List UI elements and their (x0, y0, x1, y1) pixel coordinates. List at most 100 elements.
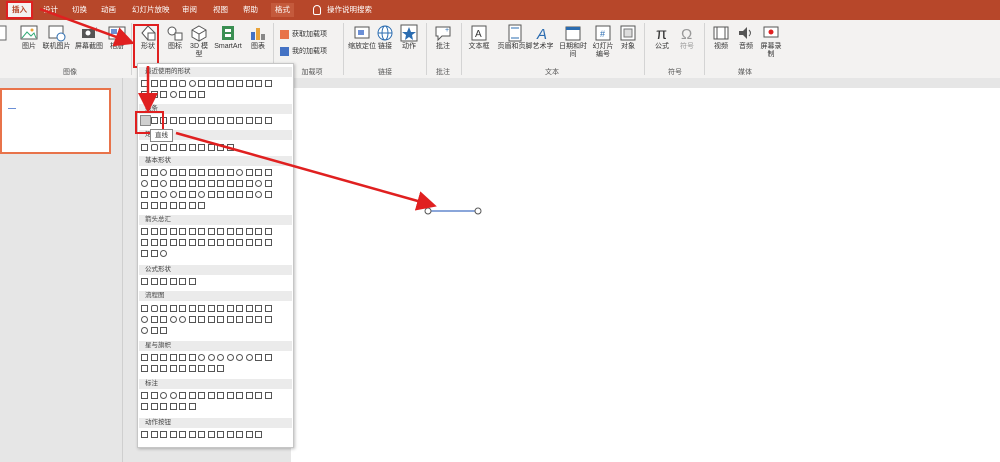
get-addins-button[interactable]: 获取加载项 (280, 29, 327, 40)
3d-cube-icon (191, 25, 207, 42)
slide-canvas[interactable] (291, 88, 1000, 462)
online-picture-button[interactable]: 联机图片 (40, 24, 73, 51)
audio-label: 音频 (739, 43, 753, 50)
wordart-label: 艺术字 (532, 43, 554, 50)
section-action-buttons: 动作按钮 (139, 418, 292, 428)
zoom-label: 缩放定位 (348, 43, 376, 50)
shapes-button-highlight (133, 24, 159, 68)
section-block-arrows: 箭头总汇 (139, 215, 292, 225)
my-addins-label: 我的加载项 (292, 48, 327, 55)
tab-transitions[interactable]: 切换 (68, 3, 91, 17)
video-button[interactable]: 视频 (710, 24, 732, 51)
slide-thumbnail-pane (0, 78, 123, 462)
symbol-button[interactable]: Ω 符号 (676, 24, 698, 51)
slide-thumbnail[interactable] (0, 88, 111, 154)
tab-insert[interactable]: 插入 (6, 1, 33, 19)
smartart-button[interactable]: SmartArt (211, 24, 245, 51)
block-arrows-row-1[interactable] (141, 228, 274, 237)
recent-shapes-row-1[interactable] (141, 80, 274, 89)
equation-shapes-row[interactable] (141, 278, 198, 287)
equation-button[interactable]: π 公式 (651, 24, 673, 51)
icons-button[interactable]: 图标 (165, 24, 185, 51)
my-addins-button[interactable]: 我的加载项 (280, 46, 327, 57)
tab-animations[interactable]: 动画 (97, 3, 120, 17)
section-recent-shapes: 最近使用的形状 (139, 67, 292, 77)
get-addins-label: 获取加载项 (292, 31, 327, 38)
tell-me-search[interactable]: 操作说明搜索 (313, 3, 372, 17)
symbols-group-label: 符号 (668, 69, 682, 76)
wordart-button[interactable]: A 艺术字 (532, 24, 554, 51)
photo-album-icon (108, 26, 126, 40)
header-footer-button[interactable]: 页眉和页脚 (497, 24, 533, 51)
links-group-label: 链接 (378, 69, 392, 76)
screen-record-icon (763, 26, 779, 38)
flowchart-row-1[interactable] (141, 305, 274, 314)
picture-button[interactable]: 图片 (18, 24, 40, 51)
object-button[interactable]: 对象 (618, 24, 638, 51)
action-button[interactable]: 动作 (398, 24, 420, 51)
basic-shapes-row-2[interactable] (141, 180, 274, 189)
svg-text:+: + (94, 25, 98, 34)
media-group-label: 媒体 (738, 69, 752, 76)
basic-shapes-row-4[interactable] (141, 202, 208, 211)
tell-me-label: 操作说明搜索 (327, 5, 372, 14)
slide-number-icon: # (595, 25, 611, 41)
action-buttons-row[interactable] (141, 431, 265, 440)
tab-review[interactable]: 审阅 (178, 3, 201, 17)
block-arrows-row-3[interactable] (141, 250, 170, 259)
tab-design[interactable]: 设计 (39, 3, 62, 17)
date-time-button[interactable]: 日期和时间 (556, 24, 590, 59)
tab-slideshow[interactable]: 幻灯片放映 (128, 3, 174, 17)
audio-button[interactable]: 音频 (735, 24, 757, 51)
star-action-icon (400, 24, 418, 42)
screenshot-button[interactable]: + 屏幕截图 (73, 24, 105, 51)
omega-icon: Ω (681, 26, 692, 42)
block-arrows-row-2[interactable] (141, 239, 274, 248)
textbox-icon: A (471, 25, 487, 41)
3d-models-button[interactable]: 3D 模型 (188, 24, 210, 59)
svg-text:#: # (600, 29, 605, 39)
screen-recording-label: 屏幕录制 (760, 43, 782, 58)
zoom-button[interactable]: 缩放定位 (348, 24, 376, 51)
callouts-row-1[interactable] (141, 392, 274, 401)
group-separator (426, 23, 427, 75)
basic-shapes-row-1[interactable] (141, 169, 274, 178)
flowchart-row-3[interactable] (141, 327, 170, 336)
chart-button[interactable]: 图表 (247, 24, 269, 51)
link-label: 链接 (378, 43, 392, 50)
thumbnail-line-mark (8, 108, 16, 109)
icons-label: 图标 (168, 43, 182, 50)
tab-format[interactable]: 格式 (271, 3, 294, 17)
equation-label: 公式 (655, 43, 669, 50)
film-icon (713, 26, 729, 40)
zoom-icon (354, 26, 370, 39)
section-equation-shapes: 公式形状 (139, 265, 292, 275)
header-footer-label: 页眉和页脚 (497, 43, 533, 50)
flowchart-row-2[interactable] (141, 316, 274, 325)
comment-button[interactable]: + 批注 (432, 24, 454, 51)
icons-icon (167, 26, 183, 41)
svg-text:Ω: Ω (681, 26, 692, 42)
slide-number-button[interactable]: # 幻灯片编号 (592, 24, 614, 59)
callouts-row-2[interactable] (141, 403, 198, 412)
basic-shapes-row-3[interactable] (141, 191, 274, 200)
tab-help[interactable]: 帮助 (239, 3, 262, 17)
section-basic-shapes: 基本形状 (139, 156, 292, 166)
picture-icon (20, 25, 38, 40)
stars-banners-row-2[interactable] (141, 365, 227, 374)
textbox-button[interactable]: A 文本框 (466, 24, 492, 51)
stars-banners-row-1[interactable] (141, 354, 274, 363)
date-time-label: 日期和时间 (559, 43, 587, 58)
screen-recording-button[interactable]: 屏幕录制 (760, 24, 782, 59)
calendar-icon (565, 26, 581, 41)
lightbulb-icon (313, 5, 321, 16)
link-button[interactable]: 链接 (376, 24, 394, 51)
photo-album-button[interactable]: 相册 (106, 24, 128, 51)
images-group-label: 图像 (63, 69, 77, 76)
smartart-icon (222, 26, 234, 40)
speaker-icon (739, 27, 751, 39)
new-slide-partial-button[interactable] (0, 24, 8, 43)
rectangles-row[interactable] (141, 144, 236, 153)
recent-shapes-row-2[interactable] (141, 91, 208, 100)
tab-view[interactable]: 视图 (209, 3, 232, 17)
